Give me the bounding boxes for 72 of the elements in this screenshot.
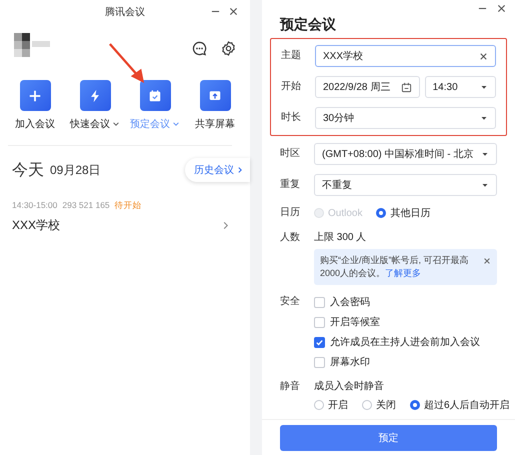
close-icon[interactable]	[483, 257, 491, 265]
field-label: 重复	[280, 178, 301, 192]
select-field[interactable]: (GMT+08:00) 中国标准时间 - 北京	[314, 143, 497, 165]
field-label: 安全	[280, 294, 301, 309]
action-button[interactable]	[80, 80, 110, 111]
checkbox[interactable]	[314, 356, 325, 368]
meeting-title[interactable]: XXX学校	[12, 217, 60, 234]
caret-icon[interactable]	[481, 181, 489, 189]
participant-limit: 上限 300 人	[314, 230, 368, 245]
date-picker[interactable]: 2022/9/28 周三	[315, 76, 420, 98]
field-label: 开始	[281, 80, 302, 94]
radio-label[interactable]: 关闭	[376, 398, 396, 412]
checkbox-label[interactable]: 允许成员在主持人进会前加入会议	[330, 335, 480, 349]
chevron-down-icon[interactable]	[112, 120, 120, 128]
chevron-right-icon[interactable]	[236, 166, 244, 174]
close-icon[interactable]	[497, 4, 506, 13]
field-label: 日历	[280, 206, 301, 220]
checkbox[interactable]	[314, 316, 325, 328]
annotation-arrow	[108, 42, 146, 84]
radio-label[interactable]: 开启	[328, 398, 348, 412]
radio-label[interactable]: 超过6人后自动开启	[424, 398, 510, 412]
action-label[interactable]: 共享屏幕	[195, 117, 235, 131]
field-label: 时长	[281, 110, 302, 125]
calendar-icon[interactable]	[400, 82, 412, 92]
radio-label[interactable]: 其他日历	[390, 206, 430, 220]
window-title: 腾讯会议	[105, 6, 145, 19]
chevron-right-icon[interactable]	[221, 221, 230, 230]
caret-icon[interactable]	[481, 150, 489, 158]
meeting-status: 待开始	[114, 200, 142, 212]
chat-icon[interactable]	[192, 40, 207, 56]
share-screen-icon	[208, 88, 222, 102]
calendar-icon	[148, 88, 162, 102]
clear-icon[interactable]	[479, 52, 488, 60]
radio-button[interactable]	[410, 400, 420, 410]
action-label[interactable]: 快速会议	[70, 117, 110, 131]
close-icon[interactable]	[229, 7, 238, 16]
notice-text: 购买“企业/商业版”帐号后, 可召开最高2000人的会议。了解更多	[320, 254, 470, 280]
radio-button[interactable]	[314, 400, 324, 410]
learn-more-link[interactable]: 了解更多	[385, 268, 422, 278]
action-button[interactable]	[140, 80, 170, 111]
checkbox-label[interactable]: 屏幕水印	[330, 355, 370, 369]
select-field[interactable]: 不重复	[314, 174, 497, 196]
mute-description: 成员入会时静音	[314, 380, 385, 394]
action-label[interactable]: 加入会议	[15, 117, 55, 131]
checkbox[interactable]	[314, 336, 325, 348]
radio-button[interactable]	[362, 400, 372, 410]
caret-icon[interactable]	[480, 114, 488, 122]
field-label: 时区	[280, 146, 301, 161]
settings-icon[interactable]	[221, 40, 236, 56]
field-label: 人数	[280, 231, 301, 245]
date-label: 09月28日	[50, 162, 101, 178]
plus-icon	[28, 88, 42, 102]
history-button[interactable]: 历史会议	[185, 158, 250, 182]
checkbox-label[interactable]: 入会密码	[330, 295, 370, 309]
chevron-down-icon[interactable]	[172, 120, 180, 128]
meeting-number: 293 521 165	[62, 200, 110, 212]
subject-input[interactable]: XXX学校	[315, 45, 496, 67]
caret-icon[interactable]	[480, 83, 488, 91]
dialog-title: 预定会议	[278, 15, 337, 34]
action-button[interactable]	[200, 80, 230, 111]
checkbox[interactable]	[314, 296, 325, 308]
field-label: 静音	[280, 380, 301, 394]
radio-button[interactable]	[376, 208, 386, 218]
lightning-icon	[88, 88, 102, 102]
action-button[interactable]	[20, 80, 50, 111]
checkbox-label[interactable]: 开启等候室	[330, 315, 380, 329]
select-field[interactable]: 30分钟	[315, 107, 496, 129]
meeting-time: 14:30-15:00	[12, 200, 58, 212]
field-label: 主题	[281, 48, 302, 63]
time-select[interactable]: 14:30	[424, 76, 496, 98]
schedule-button[interactable]: 预定	[280, 425, 497, 451]
today-label: 今天	[12, 160, 44, 180]
